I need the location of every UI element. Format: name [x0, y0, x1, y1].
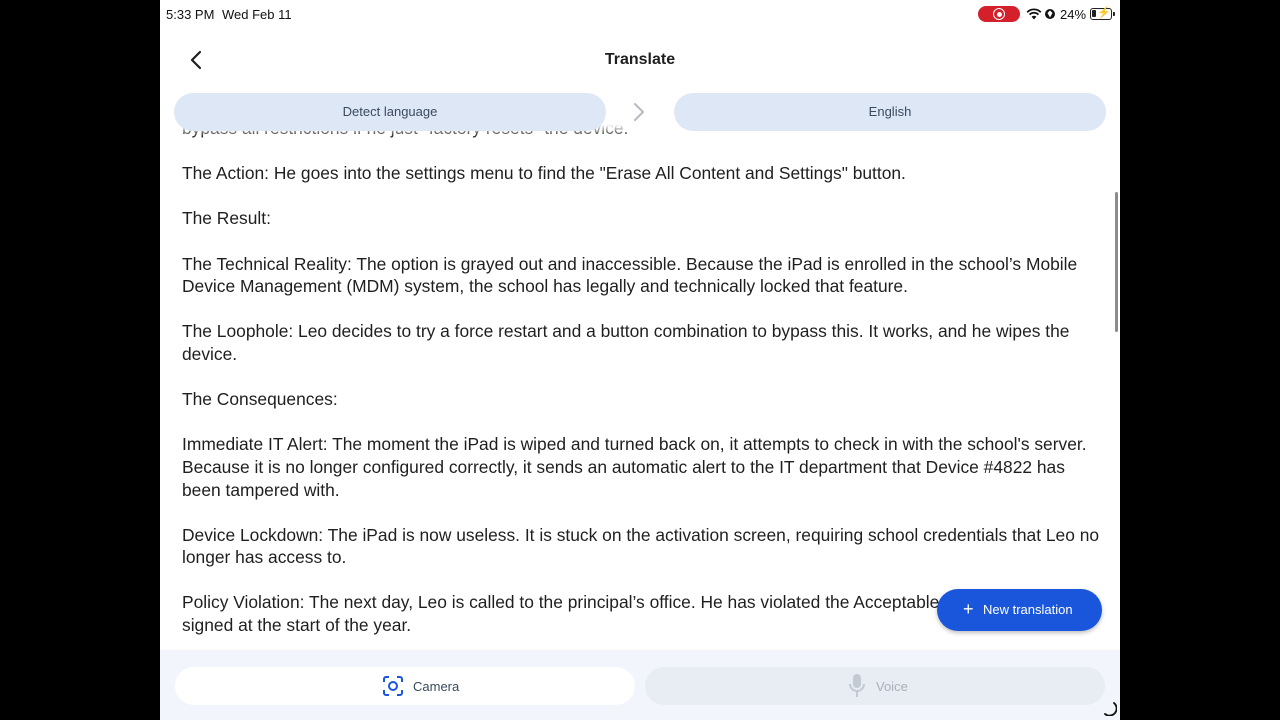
camera-button[interactable]: Camera: [175, 667, 635, 705]
status-date: Wed Feb 11: [222, 7, 292, 22]
voice-button[interactable]: Voice: [645, 667, 1105, 705]
battery-level-fill: [1092, 10, 1096, 17]
app-screen: 5:33 PM Wed Feb 11 24% ⚡ Translate bypas…: [160, 0, 1120, 720]
camera-label: Camera: [413, 679, 460, 694]
target-language-button[interactable]: English: [674, 93, 1106, 131]
battery-percent: 24%: [1060, 7, 1087, 22]
battery-icon: ⚡: [1090, 7, 1115, 20]
translation-paragraph: The Action: He goes into the settings me…: [182, 163, 906, 184]
new-translation-label: New translation: [983, 602, 1073, 617]
wifi-icon: [1026, 8, 1042, 20]
vpn-icon: [1045, 9, 1055, 19]
chevron-right-icon[interactable]: [632, 102, 646, 122]
screen-recording-icon[interactable]: [978, 6, 1020, 22]
new-translation-button[interactable]: + New translation: [937, 589, 1102, 631]
source-language-button[interactable]: Detect language: [174, 93, 606, 131]
translation-paragraph: Immediate IT Alert: The moment the iPad …: [182, 434, 1087, 500]
loading-spinner-icon: [1104, 702, 1117, 716]
scrollbar-thumb[interactable]: [1115, 192, 1118, 332]
translation-paragraph: The Result:: [182, 208, 271, 229]
status-bar: 5:33 PM Wed Feb 11 24% ⚡: [160, 0, 1120, 28]
plus-icon: +: [963, 599, 974, 619]
translation-text: bypass all restrictions if he just "fact…: [182, 118, 1102, 650]
status-time: 5:33 PM: [166, 7, 215, 22]
translation-output[interactable]: bypass all restrictions if he just "fact…: [160, 118, 1120, 650]
camera-lens-icon: [383, 676, 403, 696]
translation-paragraph: Device Lockdown: The iPad is now useless…: [182, 524, 1100, 568]
page-title: Translate: [604, 51, 676, 68]
translation-paragraph: The Technical Reality: The option is gra…: [182, 253, 1078, 297]
microphone-icon: [849, 674, 865, 697]
charging-bolt-icon: ⚡: [1097, 7, 1111, 19]
translation-paragraph: The Loophole: Leo decides to try a force…: [182, 321, 1070, 364]
voice-label: Voice: [876, 679, 908, 694]
translation-paragraph: The Consequences:: [182, 389, 338, 410]
